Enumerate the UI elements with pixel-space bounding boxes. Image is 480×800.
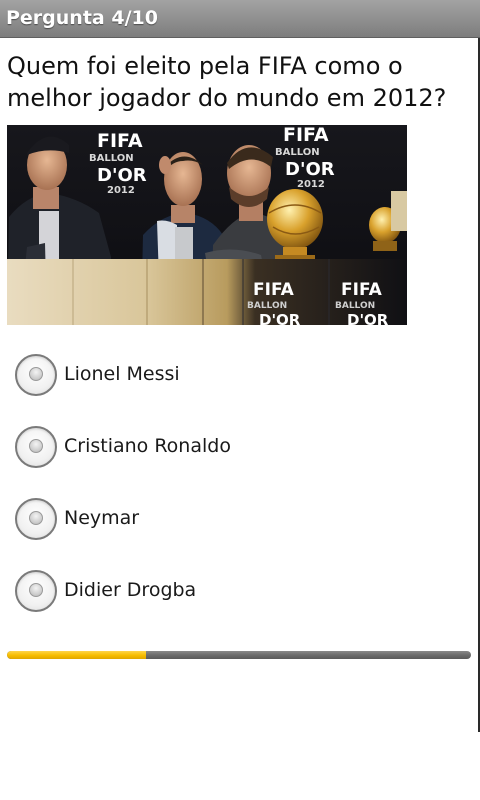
ballon-dor-photo: FIFA BALLON D'OR 2012 FIFA BALLON D'OR 2… (7, 125, 407, 325)
desk-fifa-2: FIFA (341, 280, 383, 300)
radio-button[interactable] (15, 426, 57, 468)
answer-option-label[interactable]: Lionel Messi (64, 363, 180, 385)
backdrop-dor-1: D'OR (97, 165, 147, 186)
radio-dot-icon (29, 511, 43, 525)
backdrop-fifa-2: FIFA (283, 125, 329, 146)
answer-option[interactable]: Cristiano Ronaldo (0, 417, 478, 489)
answer-option-label[interactable]: Neymar (64, 507, 139, 529)
radio-button[interactable] (15, 570, 57, 612)
title-bar: Pergunta 4/10 (0, 0, 480, 38)
desk-dor-2: D'OR (347, 311, 389, 325)
radio-dot-icon (29, 367, 43, 381)
quiz-screen: Pergunta 4/10 Quem foi eleito pela FIFA … (0, 0, 480, 800)
question-text: Quem foi eleito pela FIFA como o melhor … (7, 52, 447, 112)
answer-option[interactable]: Neymar (0, 489, 478, 561)
desk-fifa-1: FIFA (253, 280, 295, 300)
answer-option[interactable]: Lionel Messi (0, 345, 478, 417)
quiz-progress-fill (7, 651, 147, 659)
backdrop-year-1: 2012 (107, 185, 135, 196)
radio-button[interactable] (15, 498, 57, 540)
desk-ballon-1: BALLON (247, 301, 287, 311)
footer-area (0, 732, 480, 800)
quiz-content: Quem foi eleito pela FIFA como o melhor … (0, 38, 478, 732)
backdrop-year-2: 2012 (297, 179, 325, 190)
radio-dot-icon (29, 439, 43, 453)
backdrop-ballon-1: BALLON (89, 153, 134, 164)
radio-button[interactable] (15, 354, 57, 396)
backdrop-dor-2: D'OR (285, 159, 335, 180)
answer-options: Lionel Messi Cristiano Ronaldo Neymar Di… (0, 345, 478, 633)
question-photo: FIFA BALLON D'OR 2012 FIFA BALLON D'OR 2… (7, 125, 407, 325)
radio-dot-icon (29, 583, 43, 597)
answer-option-label[interactable]: Cristiano Ronaldo (64, 435, 231, 457)
desk-ballon-2: BALLON (335, 301, 375, 311)
quiz-progress-bar (7, 651, 471, 659)
desk-dor-1: D'OR (259, 311, 301, 325)
backdrop-fifa-1: FIFA (97, 130, 143, 152)
question-counter-title: Pergunta 4/10 (6, 7, 158, 29)
answer-option[interactable]: Didier Drogba (0, 561, 478, 633)
answer-option-label[interactable]: Didier Drogba (64, 579, 196, 601)
backdrop-ballon-2: BALLON (275, 147, 320, 158)
